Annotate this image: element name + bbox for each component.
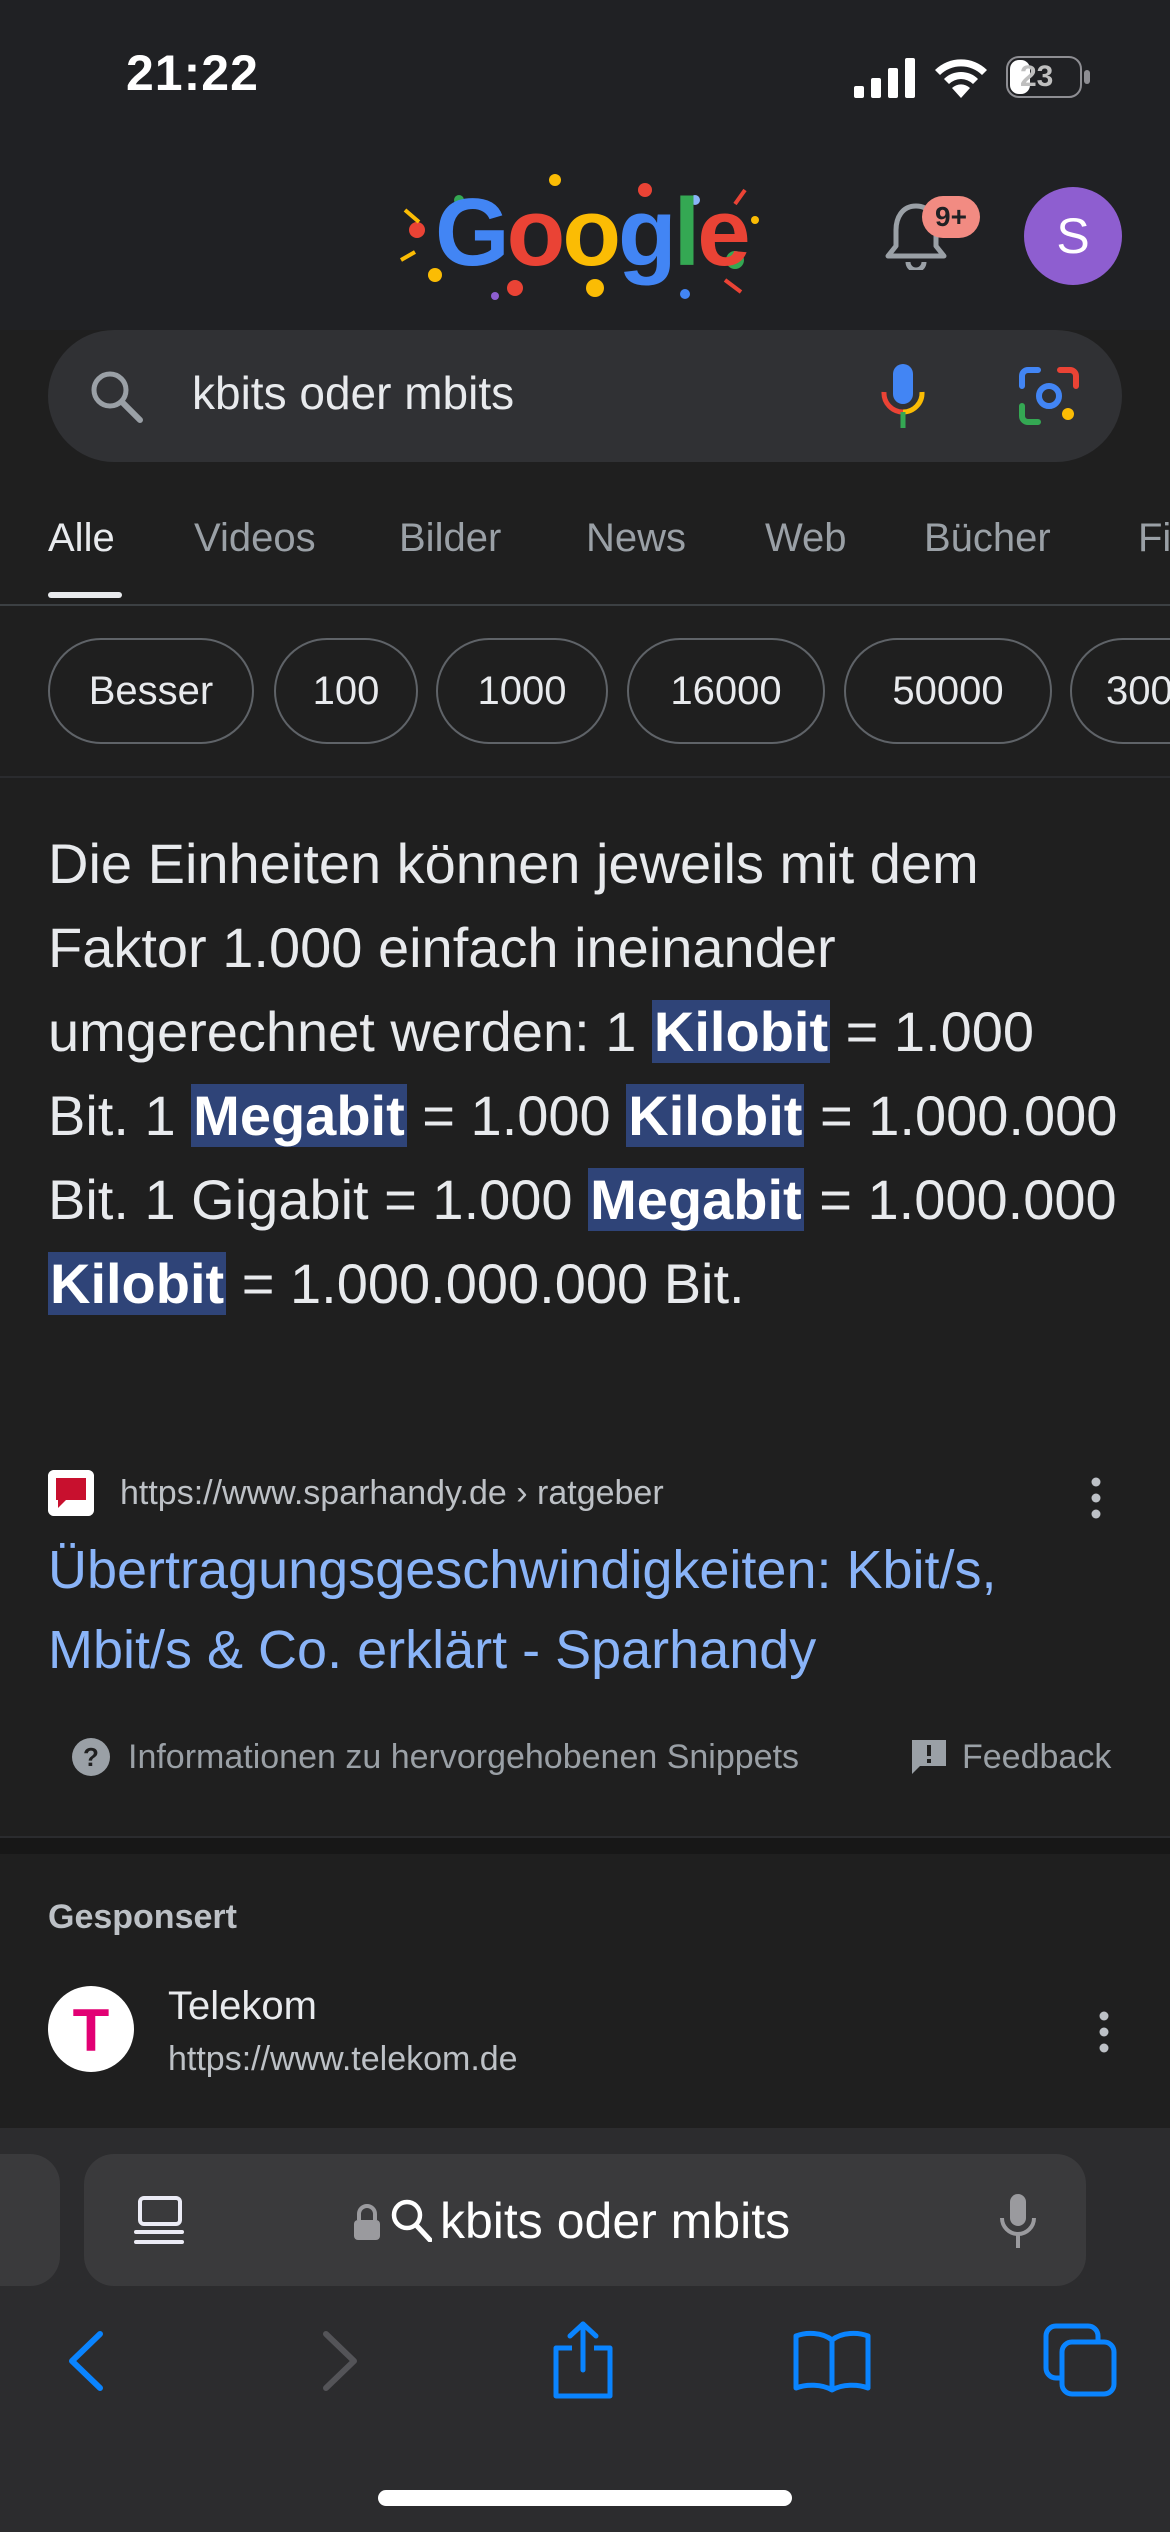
- search-bar[interactable]: kbits oder mbits: [48, 330, 1122, 462]
- active-tab-indicator: [48, 592, 122, 598]
- snippet-info-link[interactable]: Informationen zu hervorgehobenen Snippet…: [128, 1738, 799, 1777]
- sponsored-label: Gesponsert: [48, 1898, 237, 1936]
- snippet-source[interactable]: https://www.sparhandy.de › ratgeber: [48, 1466, 1128, 1522]
- snippet-highlight: Kilobit: [626, 1084, 805, 1147]
- mic-icon[interactable]: [878, 362, 928, 430]
- snippet-text: = 1.000.000: [803, 1168, 1117, 1231]
- logo-letter: G: [435, 179, 510, 286]
- logo-letter: o: [562, 179, 621, 286]
- tab-web[interactable]: Web: [765, 516, 847, 561]
- snippet-footer: ? Informationen zu hervorgehobenen Snipp…: [70, 1728, 1130, 1788]
- reader-icon[interactable]: [134, 2196, 192, 2246]
- snippet-text: = 1.000.000.000 Bit.: [226, 1252, 745, 1315]
- info-icon[interactable]: ?: [70, 1736, 112, 1778]
- search-icon: [391, 2199, 432, 2242]
- google-doodle[interactable]: Google: [395, 170, 775, 310]
- logo-letter: o: [506, 179, 566, 286]
- cellular-signal-icon: [854, 58, 915, 98]
- lock-icon: [354, 2204, 380, 2240]
- battery-level: 23: [1020, 60, 1054, 93]
- snippet-highlight: Megabit: [191, 1084, 407, 1147]
- previous-tab-preview[interactable]: [0, 2154, 60, 2286]
- tab-videos[interactable]: Videos: [194, 516, 316, 561]
- source-url[interactable]: https://www.sparhandy.de › ratgeber: [120, 1474, 664, 1513]
- tabs-icon[interactable]: [1042, 2322, 1118, 2398]
- chip-besser[interactable]: Besser: [48, 638, 254, 744]
- google-logo: Google: [435, 178, 751, 288]
- address-bar[interactable]: kbits oder mbits: [84, 2154, 1086, 2286]
- snippet-highlight: Kilobit: [48, 1252, 227, 1315]
- forward-icon[interactable]: [314, 2328, 364, 2394]
- snippet-highlight: Megabit: [588, 1168, 804, 1231]
- svg-text:?: ?: [83, 1742, 99, 1772]
- tab-alle[interactable]: Alle: [48, 516, 115, 561]
- ad-advertiser-name[interactable]: Telekom: [168, 1984, 317, 2029]
- chip-16000[interactable]: 16000: [627, 638, 825, 744]
- chip-300[interactable]: 300: [1070, 638, 1170, 744]
- feedback-link[interactable]: Feedback: [962, 1738, 1111, 1777]
- search-input[interactable]: kbits oder mbits: [192, 366, 514, 420]
- chip-1000[interactable]: 1000: [436, 638, 608, 744]
- battery-indicator: 23: [1006, 56, 1092, 98]
- sparhandy-favicon: [48, 1470, 94, 1516]
- more-options-icon[interactable]: [1094, 2008, 1114, 2058]
- divider: [0, 776, 1170, 778]
- tab-news[interactable]: News: [586, 516, 686, 561]
- logo-letter: g: [617, 179, 677, 286]
- share-icon[interactable]: [550, 2320, 616, 2400]
- tab-bilder[interactable]: Bilder: [399, 516, 501, 561]
- feedback-icon[interactable]: [910, 1738, 948, 1776]
- ad-url[interactable]: https://www.telekom.de: [168, 2040, 518, 2079]
- back-icon[interactable]: [62, 2328, 112, 2394]
- browser-toolbar: kbits oder mbits: [0, 2128, 1170, 2532]
- refinement-chips: Besser 100 1000 16000 50000 300: [0, 636, 1170, 746]
- address-text[interactable]: kbits oder mbits: [440, 2192, 790, 2250]
- snippet-highlight: Kilobit: [651, 1000, 831, 1063]
- logo-letter: e: [697, 179, 750, 286]
- status-bar: 21:22 23: [0, 0, 1170, 150]
- page: 21:22 23 Google 9+ S kbits oder mbits Al…: [0, 0, 1170, 2532]
- section-divider: [0, 1836, 1170, 1854]
- lens-icon[interactable]: [1018, 366, 1080, 426]
- header: 21:22 23 Google 9+ S: [0, 0, 1170, 330]
- search-tabs: Alle Videos Bilder News Web Bücher Fi: [0, 500, 1170, 606]
- featured-snippet-text: Die Einheiten können jeweils mit dem Fak…: [48, 822, 1128, 1326]
- wifi-icon: [935, 59, 987, 98]
- home-indicator[interactable]: [378, 2490, 792, 2506]
- bookmarks-icon[interactable]: [792, 2328, 872, 2394]
- tab-finanzen[interactable]: Fi: [1138, 516, 1170, 561]
- telekom-logo-letter: T: [72, 1997, 110, 2064]
- snippet-text: = 1.000: [406, 1084, 627, 1147]
- more-options-icon[interactable]: [1086, 1474, 1106, 1524]
- status-time: 21:22: [126, 45, 259, 101]
- result-title-link[interactable]: Übertragungsgeschwindigkeiten: Kbit/s, M…: [48, 1530, 1138, 1690]
- avatar[interactable]: S: [1024, 187, 1122, 285]
- chip-50000[interactable]: 50000: [844, 638, 1052, 744]
- telekom-logo: T: [48, 1986, 134, 2072]
- notification-badge: 9+: [922, 196, 980, 238]
- chip-100[interactable]: 100: [274, 638, 418, 744]
- tab-buecher[interactable]: Bücher: [924, 516, 1051, 561]
- mic-icon[interactable]: [998, 2192, 1038, 2250]
- search-icon: [91, 371, 143, 423]
- logo-letter: l: [673, 179, 701, 286]
